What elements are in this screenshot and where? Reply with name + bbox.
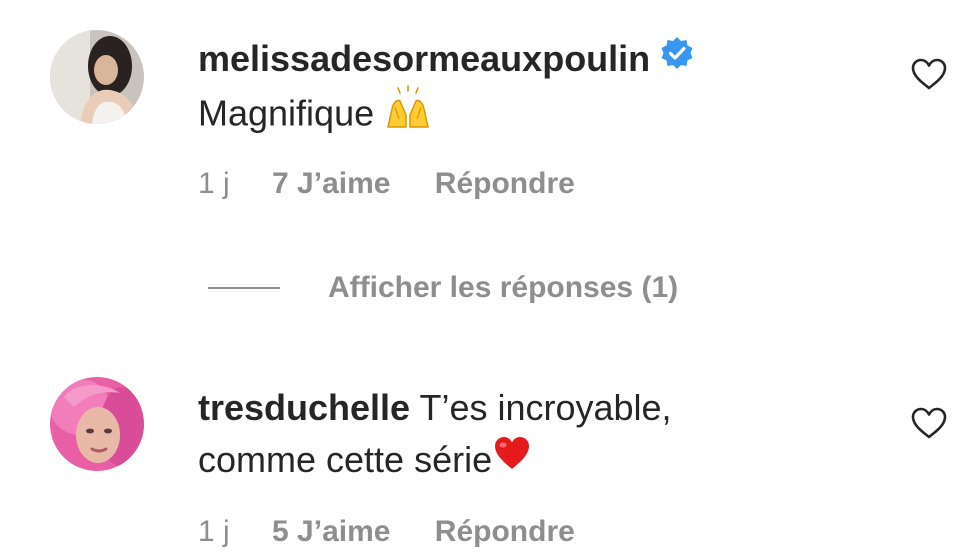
raising-hands-emoji-icon (384, 85, 432, 139)
comment-2-meta: 1 j 5 J’aime Répondre (198, 514, 575, 550)
comment-1-username[interactable]: melissadesormeauxpoulin (198, 38, 650, 79)
comment-2-likes[interactable]: 5 J’aime (272, 515, 390, 548)
comment-1-text: Magnifique (198, 85, 432, 143)
comment-1-likes[interactable]: 7 J’aime (272, 167, 390, 200)
view-replies-label: Afficher les réponses (1) (328, 271, 679, 304)
comment-1-header: melissadesormeauxpoulin (198, 37, 694, 83)
comment-2-username[interactable]: tresduchelle (198, 387, 410, 428)
avatar-tresduchelle[interactable] (50, 377, 144, 471)
comment-2-like-heart-icon[interactable] (910, 406, 948, 440)
replies-divider-line (208, 287, 280, 289)
avatar-melissadesormeauxpoulin[interactable] (50, 30, 144, 124)
comment-2-text-line1: T’es incroyable, (419, 387, 672, 428)
comment-1-like-heart-icon[interactable] (910, 57, 948, 91)
red-heart-emoji-icon (492, 434, 532, 482)
comment-2-reply-button[interactable]: Répondre (435, 515, 575, 548)
view-replies-button[interactable]: Afficher les réponses (1) (208, 268, 678, 308)
comment-2-header: tresduchelle T’es incroyable, (198, 386, 672, 430)
comment-2-timestamp: 1 j (198, 515, 230, 548)
comment-1-meta: 1 j 7 J’aime Répondre (198, 166, 575, 202)
comment-1-timestamp: 1 j (198, 167, 230, 200)
comment-1-reply-button[interactable]: Répondre (435, 167, 575, 200)
comment-2-text: comme cette série (198, 437, 532, 486)
verified-badge-icon (660, 36, 694, 80)
comment-2-text-line2: comme cette série (198, 439, 493, 480)
comment-1-text-value: Magnifique (198, 92, 375, 134)
